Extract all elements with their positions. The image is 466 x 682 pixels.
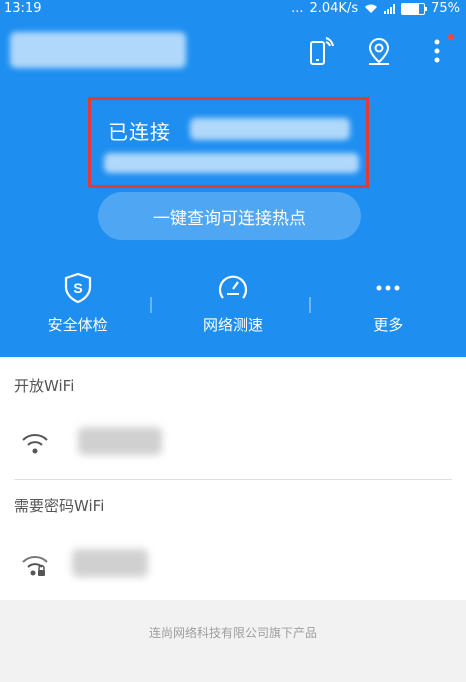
section-open-wifi: 开放WiFi: [14, 377, 75, 395]
list-divider: [14, 479, 452, 480]
tool-security-check[interactable]: S 安全体检: [23, 272, 133, 335]
more-dots-icon: [376, 285, 400, 291]
footer: 连尚网络科技有限公司旗下产品: [0, 600, 466, 682]
wifi-name-redacted: [72, 549, 148, 577]
more-menu-button[interactable]: [420, 34, 454, 68]
location-pin-icon: [368, 37, 390, 65]
tool-label: 网络测速: [202, 316, 263, 334]
section-password-wifi: 需要密码WiFi: [14, 497, 105, 515]
tool-bar: S 安全体检 网络测速 更多: [0, 272, 466, 342]
status-dots: ...: [291, 1, 304, 16]
speedometer-icon: [218, 275, 248, 299]
wifi-list-item[interactable]: [0, 415, 466, 471]
phone-transfer-button[interactable]: [304, 34, 338, 68]
wifi-signal-icon: [365, 4, 378, 13]
wifi-open-icon: [22, 434, 48, 454]
phone-transfer-icon: [310, 37, 334, 65]
shield-s-icon: S: [64, 272, 91, 304]
connection-detail-redacted: [104, 153, 359, 173]
wifi-locked-icon: [22, 556, 48, 576]
connected-label: 已连接: [108, 120, 171, 144]
status-bar: 13:19 ... 2.04K/s 75%: [0, 0, 466, 20]
battery-icon: [401, 2, 428, 15]
notification-badge: [448, 34, 454, 40]
svg-text:S: S: [73, 280, 82, 296]
status-right: ... 2.04K/s 75%: [291, 1, 460, 16]
header-panel: 13:19 ... 2.04K/s 75% 已连接 一键查询可连接热点 S 安全…: [0, 0, 466, 357]
tool-more[interactable]: 更多: [333, 272, 443, 335]
location-button[interactable]: [362, 34, 396, 68]
connected-ssid-redacted: [190, 118, 350, 140]
network-speed: 2.04K/s: [309, 1, 359, 16]
app-title-redacted: [10, 32, 186, 68]
battery-percent: 75%: [431, 1, 460, 16]
tool-label: 更多: [373, 316, 404, 334]
wifi-name-redacted: [78, 427, 162, 455]
tool-speed-test[interactable]: 网络测速: [178, 272, 288, 335]
more-vert-icon: [434, 39, 440, 63]
cell-signal-icon: [384, 3, 396, 14]
tool-label: 安全体检: [47, 316, 108, 334]
wifi-list-item[interactable]: [0, 537, 466, 593]
status-time: 13:19: [4, 1, 42, 16]
footer-text: 连尚网络科技有限公司旗下产品: [148, 626, 317, 640]
wifi-list: 开放WiFi 需要密码WiFi: [0, 357, 466, 600]
query-hotspots-button[interactable]: 一键查询可连接热点: [98, 192, 361, 240]
header-actions: [304, 34, 454, 68]
